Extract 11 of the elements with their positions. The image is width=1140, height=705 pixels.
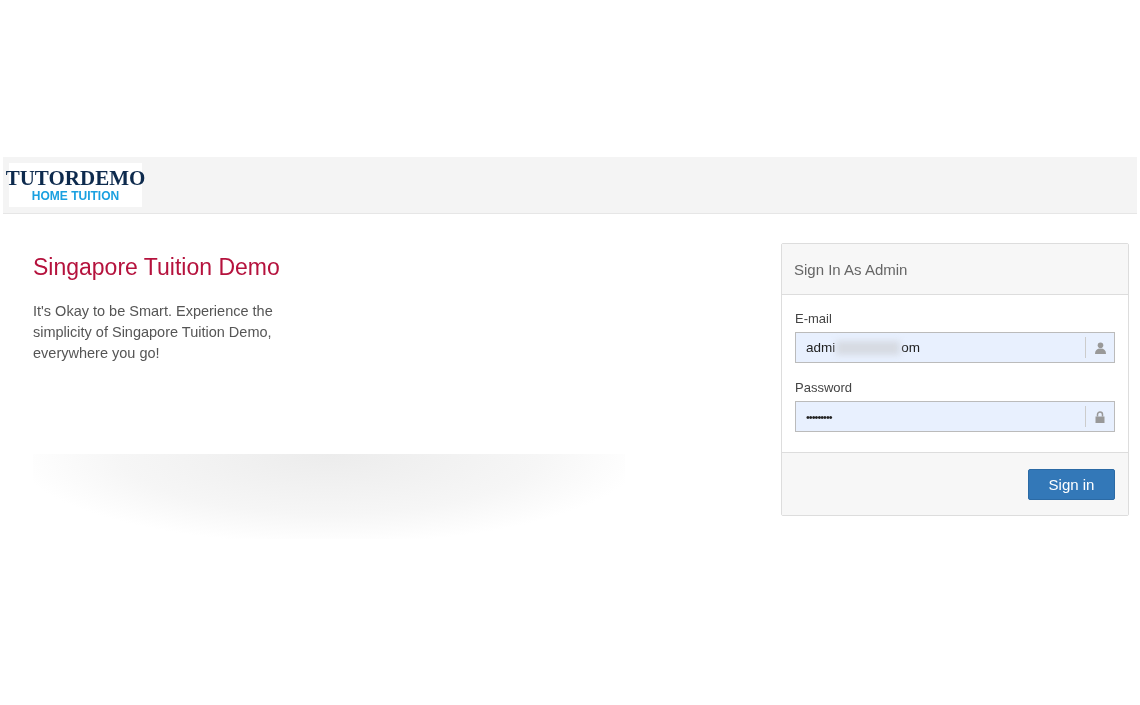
field-label: Password bbox=[795, 380, 854, 395]
panel-title: Sign In As Admin bbox=[794, 261, 908, 278]
field-label: E-mail bbox=[795, 311, 833, 326]
intro-text: It's Okay to be Smart. Experience the simplicity of Singapore Tuition Demo, everywhere you go! bbox=[33, 302, 274, 363]
lock-icon bbox=[1095, 410, 1105, 423]
redaction-blur bbox=[836, 340, 901, 355]
password-field[interactable]: ••••••••• bbox=[795, 401, 1115, 432]
page-heading: Singapore Tuition Demo bbox=[33, 254, 281, 281]
sign-in-button[interactable]: Sign in bbox=[1028, 469, 1115, 500]
user-icon bbox=[1094, 341, 1106, 354]
email-field[interactable]: admi om bbox=[795, 332, 1115, 363]
